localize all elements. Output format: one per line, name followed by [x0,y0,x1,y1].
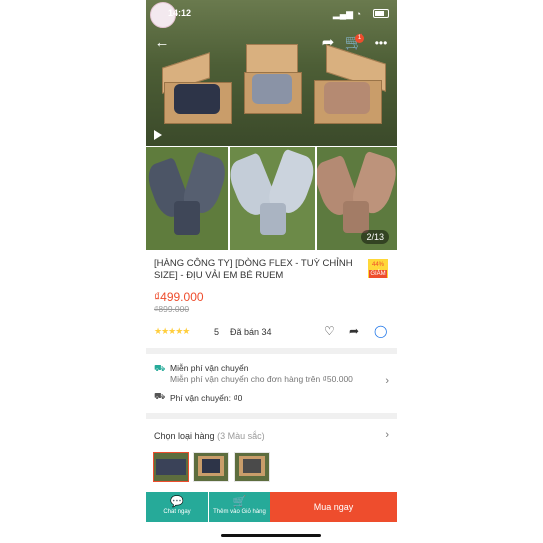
play-icon[interactable] [154,130,162,140]
hero-image[interactable]: 14:12 ▂▄▆ ◔ ← ➦ 🛒 ••• 1 [146,0,397,146]
image-gallery[interactable]: 2/13 [146,147,397,250]
chat-button[interactable]: 💬 Chat ngay [146,492,208,522]
variant-carrier [243,459,261,473]
rating-row: ★★★★★ 5 Đã bán 34 ♡ ➦ ◯ [154,324,389,339]
home-indicator [221,534,321,537]
arrow-left-icon[interactable]: ← [152,32,172,54]
sold-count: Đã bán 34 [230,327,272,337]
variant-carrier [202,459,220,473]
truck-icon: ⛟ [154,363,166,373]
truck-icon: ⛟ [154,391,166,401]
discount-percent: 44% [371,262,384,268]
carrier-grey [252,74,292,104]
gallery-image-grey[interactable] [230,147,315,250]
gallery-image-navy[interactable] [146,147,228,250]
chat-icon: 💬 [170,496,184,508]
free-shipping-desc: Miễn phí vận chuyển cho đơn hàng trên ₫5… [170,374,353,384]
variant-count: (3 Màu sắc) [217,431,265,441]
carrier-navy [174,84,220,114]
discount-label: GIẢM [369,270,387,278]
product-page: 14:12 ▂▄▆ ◔ ← ➦ 🛒 ••• 1 2/13 [HÀNG CÔNG … [146,0,397,543]
original-price: ₫899.000 [154,304,190,314]
page-indicator: 2/13 [361,230,389,244]
signal-icon: ▂▄▆ ◔ [332,9,361,19]
chevron-right-icon[interactable]: › [385,429,389,441]
carrier-beige [324,82,370,114]
add-to-cart-button[interactable]: 🛒 Thêm vào Giỏ hàng [209,492,270,522]
section-divider [146,348,397,354]
variant-carrier [156,459,186,475]
gallery-image-beige[interactable]: 2/13 [317,147,397,250]
cart-count-badge: 1 [355,34,364,43]
status-bar: 14:12 ▂▄▆ ◔ [146,0,397,28]
product-price: ₫499.000 [154,290,204,304]
heart-icon[interactable]: ♡ [324,324,335,338]
variant-thumb-navy[interactable] [153,452,189,482]
rating-value: 5 [214,327,220,337]
free-shipping-title: Miễn phí vận chuyển [170,363,249,373]
shipping-fee-row: ⛟ Phí vận chuyển: ₫0 [146,390,397,406]
cart-plus-icon: 🛒 [232,496,247,508]
add-to-cart-label: Thêm vào Giỏ hàng [213,509,266,515]
battery-icon [373,9,389,18]
variant-thumb-grey[interactable] [193,452,229,482]
free-shipping-row[interactable]: ⛟ Miễn phí vận chuyển Miễn phí vận chuyể… [146,356,397,387]
carrier-body [260,203,286,235]
share-icon[interactable]: ➦ [318,32,338,54]
chat-bubble-icon[interactable]: ◯ [374,324,387,338]
discount-badge: 44% GIẢM [368,259,388,278]
share-icon[interactable]: ➦ [349,324,359,338]
shipping-fee: Phí vận chuyển: ₫0 [170,393,243,403]
rating-stars: ★★★★★ [154,326,190,336]
section-divider [146,413,397,419]
carrier-body [174,201,200,235]
status-time: 14:12 [168,8,192,18]
variant-selector[interactable]: Chọn loại hàng (3 Màu sắc) [154,431,265,441]
variant-thumb-beige[interactable] [234,452,270,482]
carrier-body [343,201,369,233]
chevron-right-icon: › [385,375,389,387]
bottom-action-bar: 💬 Chat ngay 🛒 Thêm vào Giỏ hàng Mua ngay [146,492,397,522]
more-icon[interactable]: ••• [370,32,392,54]
product-title: [HÀNG CÔNG TY] [DÒNG FLEX - TUỲ CHỈNH SI… [154,258,353,281]
buy-now-button[interactable]: Mua ngay [270,492,397,522]
chat-label: Chat ngay [163,509,191,515]
variant-title: Chọn loại hàng [154,431,215,441]
